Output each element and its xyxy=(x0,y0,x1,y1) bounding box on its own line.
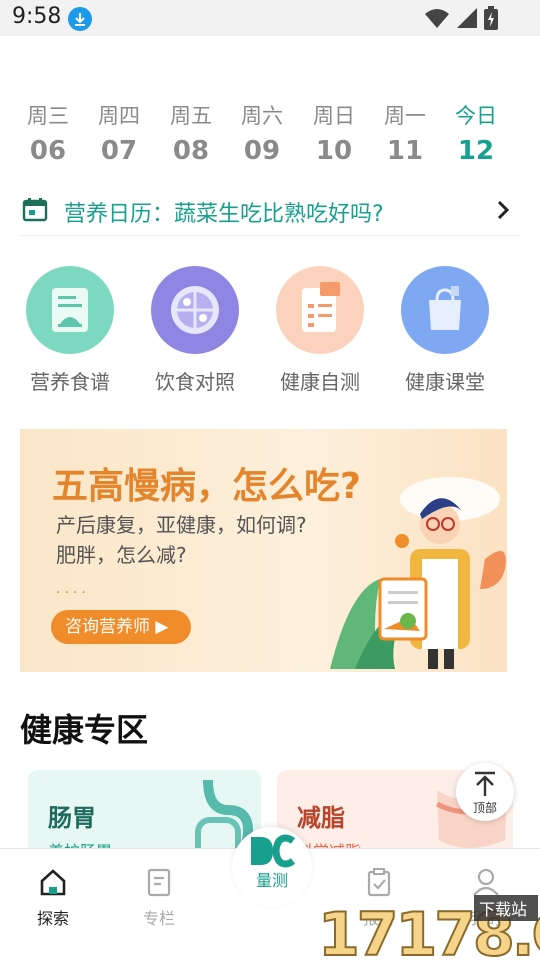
signal-icon xyxy=(456,7,478,33)
day-date: 11 xyxy=(386,136,424,166)
shortcut-health-class[interactable]: 健康课堂 xyxy=(390,266,500,395)
day-name: 今日 xyxy=(455,104,497,128)
card-title: 减脂 xyxy=(297,804,345,832)
day-date: 10 xyxy=(315,136,353,166)
shortcut-label: 健康自测 xyxy=(280,370,360,394)
day-name: 周五 xyxy=(170,104,212,128)
download-icon xyxy=(68,7,92,31)
calendar-tip-text: 营养日历：蔬菜生吃比熟吃好吗? xyxy=(64,202,384,227)
watermark-badge: 下载站 xyxy=(479,900,527,919)
card-title: 肠胃 xyxy=(48,804,96,832)
nav-measure[interactable]: 量测 xyxy=(232,827,312,907)
status-bar: 9:58 xyxy=(0,0,540,36)
wifi-icon xyxy=(424,7,450,33)
banner-dots: .... xyxy=(56,581,90,597)
day-name: 周六 xyxy=(241,104,283,128)
home-icon xyxy=(38,869,68,901)
day-date: 07 xyxy=(100,136,138,166)
nav-explore[interactable]: 探索 xyxy=(13,867,93,929)
day-sun[interactable]: 周日 10 xyxy=(299,100,369,166)
arrow-up-icon xyxy=(473,771,497,801)
banner-subtitle: 产后康复，亚健康，如何调? xyxy=(56,513,307,537)
shortcut-label: 营养食谱 xyxy=(30,370,110,394)
day-date: 12 xyxy=(457,136,495,166)
day-fri[interactable]: 周五 08 xyxy=(156,100,226,166)
class-bag-icon xyxy=(401,266,489,354)
day-name: 周一 xyxy=(384,104,426,128)
week-strip: 周三 06 周四 07 周五 08 周六 09 周日 10 周一 11 今日 1… xyxy=(0,100,540,180)
section-title: 健康专区 xyxy=(20,711,149,749)
shortcut-label: 健康课堂 xyxy=(405,370,485,394)
calendar-icon xyxy=(22,197,48,227)
self-test-icon xyxy=(276,266,364,354)
back-to-top-button[interactable]: 顶部 xyxy=(456,763,514,821)
shortcut-recipes[interactable]: 营养食谱 xyxy=(15,266,125,395)
day-name: 周三 xyxy=(27,104,69,128)
banner-subtitle: 肥胖，怎么减? xyxy=(56,543,187,567)
day-date: 08 xyxy=(172,136,210,166)
day-today[interactable]: 今日 12 xyxy=(441,100,511,166)
day-date: 09 xyxy=(243,136,281,166)
status-time: 9:58 xyxy=(12,4,62,29)
recipe-book-icon xyxy=(26,266,114,354)
nutrition-calendar-tip[interactable]: 营养日历：蔬菜生吃比熟吃好吗? xyxy=(20,190,520,236)
consult-nutritionist-button[interactable]: 咨询营养师 ▶ xyxy=(51,610,191,644)
nav-label: 专栏 xyxy=(142,909,175,928)
nav-column[interactable]: 专栏 xyxy=(119,867,199,929)
day-name: 周四 xyxy=(98,104,140,128)
site-watermark: 17178.COM 下载站 xyxy=(316,893,540,960)
shortcut-food-compare[interactable]: 饮食对照 xyxy=(140,266,250,395)
shortcut-label: 饮食对照 xyxy=(155,370,235,394)
column-icon xyxy=(144,868,174,901)
day-wed[interactable]: 周三 06 xyxy=(13,100,83,166)
nav-measure-label: 量测 xyxy=(255,871,288,890)
day-date: 06 xyxy=(29,136,67,166)
chevron-right-icon xyxy=(496,200,510,224)
doctor-illustration xyxy=(310,469,507,672)
nav-label: 探索 xyxy=(36,909,69,928)
day-mon[interactable]: 周一 11 xyxy=(370,100,440,166)
nutritionist-banner[interactable]: 五高慢病，怎么吃? 产后康复，亚健康，如何调? 肥胖，怎么减? .... 咨询营… xyxy=(20,429,507,672)
card-gastro[interactable]: 肠胃 养护肠胃 xyxy=(28,770,261,860)
day-thu[interactable]: 周四 07 xyxy=(84,100,154,166)
shortcut-self-test[interactable]: 健康自测 xyxy=(265,266,375,395)
day-sat[interactable]: 周六 09 xyxy=(227,100,297,166)
back-to-top-label: 顶部 xyxy=(472,801,497,815)
day-name: 周日 xyxy=(313,104,355,128)
food-plate-icon xyxy=(151,266,239,354)
battery-icon xyxy=(484,6,498,34)
